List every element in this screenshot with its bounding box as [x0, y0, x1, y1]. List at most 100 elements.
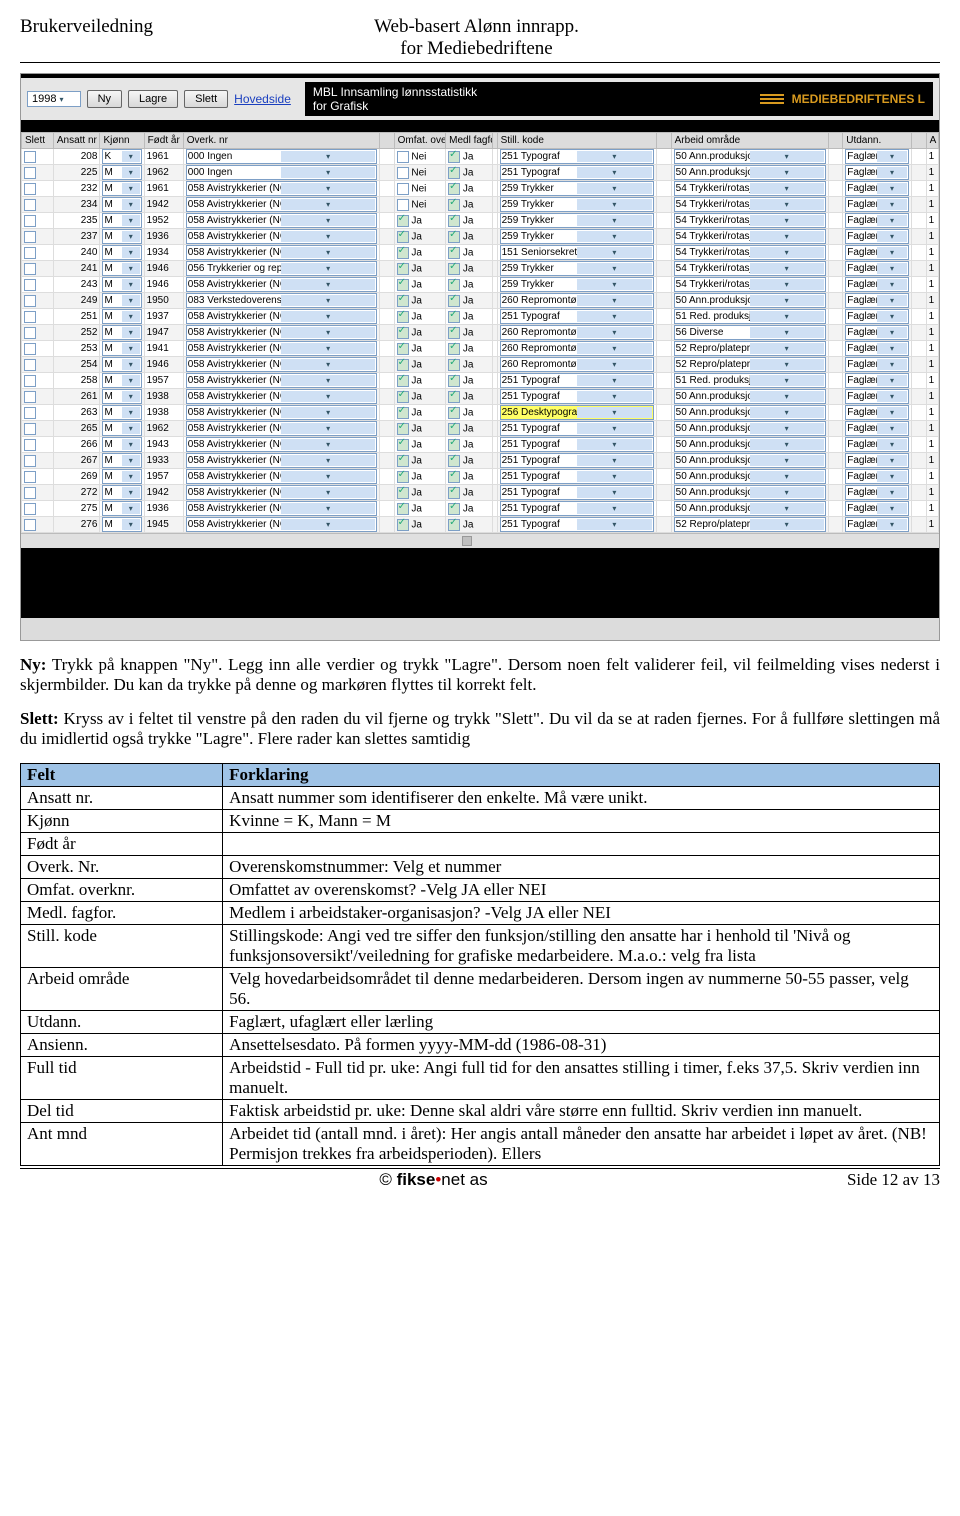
- medl-checkbox[interactable]: [448, 407, 460, 419]
- medl-checkbox[interactable]: [448, 359, 460, 371]
- expl-row: Medl. fagfor.Medlem i arbeidstaker-organ…: [21, 902, 940, 925]
- delete-checkbox[interactable]: [24, 263, 36, 275]
- delete-checkbox[interactable]: [24, 343, 36, 355]
- omfat-checkbox[interactable]: [397, 375, 409, 387]
- omfat-checkbox[interactable]: [397, 247, 409, 259]
- omfat-checkbox[interactable]: [397, 455, 409, 467]
- omfat-checkbox[interactable]: [397, 519, 409, 531]
- table-row: 275M▾1936058 Avistrykkerier (NGF)▾ Ja Ja…: [22, 501, 939, 517]
- omfat-checkbox[interactable]: [397, 151, 409, 163]
- omfat-checkbox[interactable]: [397, 391, 409, 403]
- medl-checkbox[interactable]: [448, 311, 460, 323]
- medl-checkbox[interactable]: [448, 151, 460, 163]
- delete-checkbox[interactable]: [24, 167, 36, 179]
- omfat-checkbox[interactable]: [397, 183, 409, 195]
- delete-checkbox[interactable]: [24, 231, 36, 243]
- lagre-button[interactable]: Lagre: [128, 90, 178, 108]
- delete-checkbox[interactable]: [24, 215, 36, 227]
- paragraph-ny: Ny: Trykk på knappen "Ny". Legg inn alle…: [20, 655, 940, 695]
- table-row: 265M▾1962058 Avistrykkerier (NGF)▾ Ja Ja…: [22, 421, 939, 437]
- medl-checkbox[interactable]: [448, 439, 460, 451]
- medl-checkbox[interactable]: [448, 215, 460, 227]
- medl-checkbox[interactable]: [448, 391, 460, 403]
- grid-header: [911, 133, 926, 149]
- grid-header: Utdann.: [843, 133, 912, 149]
- omfat-checkbox[interactable]: [397, 343, 409, 355]
- brand-label: MEDIEBEDRIFTENES L: [792, 92, 925, 106]
- expl-row: KjønnKvinne = K, Mann = M: [21, 810, 940, 833]
- expl-row: Still. kodeStillingskode: Angi ved tre s…: [21, 925, 940, 968]
- delete-checkbox[interactable]: [24, 199, 36, 211]
- grid-header: Slett: [22, 133, 54, 149]
- delete-checkbox[interactable]: [24, 407, 36, 419]
- delete-checkbox[interactable]: [24, 295, 36, 307]
- expl-row: Ant mndArbeidet tid (antall mnd. i året)…: [21, 1123, 940, 1166]
- omfat-checkbox[interactable]: [397, 215, 409, 227]
- medl-checkbox[interactable]: [448, 327, 460, 339]
- medl-checkbox[interactable]: [448, 343, 460, 355]
- medl-checkbox[interactable]: [448, 279, 460, 291]
- expl-row: Utdann.Faglært, ufaglært eller lærling: [21, 1011, 940, 1034]
- medl-checkbox[interactable]: [448, 295, 460, 307]
- delete-checkbox[interactable]: [24, 359, 36, 371]
- year-select[interactable]: 1998 ▾: [27, 91, 81, 107]
- omfat-checkbox[interactable]: [397, 487, 409, 499]
- medl-checkbox[interactable]: [448, 519, 460, 531]
- omfat-checkbox[interactable]: [397, 407, 409, 419]
- expl-row: Overk. Nr.Overenskomstnummer: Velg et nu…: [21, 856, 940, 879]
- expl-row: Ansatt nr.Ansatt nummer som identifisere…: [21, 787, 940, 810]
- hovedside-link[interactable]: Hovedside: [234, 92, 291, 106]
- medl-checkbox[interactable]: [448, 247, 460, 259]
- omfat-checkbox[interactable]: [397, 311, 409, 323]
- toolbar: 1998 ▾ Ny Lagre Slett Hovedside MBL Inns…: [21, 78, 939, 120]
- medl-checkbox[interactable]: [448, 167, 460, 179]
- medl-checkbox[interactable]: [448, 183, 460, 195]
- delete-checkbox[interactable]: [24, 247, 36, 259]
- delete-checkbox[interactable]: [24, 487, 36, 499]
- omfat-checkbox[interactable]: [397, 295, 409, 307]
- omfat-checkbox[interactable]: [397, 471, 409, 483]
- medl-checkbox[interactable]: [448, 375, 460, 387]
- ny-button[interactable]: Ny: [87, 90, 122, 108]
- delete-checkbox[interactable]: [24, 327, 36, 339]
- medl-checkbox[interactable]: [448, 199, 460, 211]
- medl-checkbox[interactable]: [448, 423, 460, 435]
- delete-checkbox[interactable]: [24, 439, 36, 451]
- omfat-checkbox[interactable]: [397, 263, 409, 275]
- delete-checkbox[interactable]: [24, 151, 36, 163]
- omfat-checkbox[interactable]: [397, 423, 409, 435]
- delete-checkbox[interactable]: [24, 519, 36, 531]
- omfat-checkbox[interactable]: [397, 439, 409, 451]
- delete-checkbox[interactable]: [24, 391, 36, 403]
- omfat-checkbox[interactable]: [397, 503, 409, 515]
- medl-checkbox[interactable]: [448, 231, 460, 243]
- grid-header: Arbeid område: [671, 133, 828, 149]
- table-row: 266M▾1943058 Avistrykkerier (NGF)▾ Ja Ja…: [22, 437, 939, 453]
- expl-head-forklaring: Forklaring: [223, 764, 940, 787]
- delete-checkbox[interactable]: [24, 503, 36, 515]
- delete-checkbox[interactable]: [24, 279, 36, 291]
- medl-checkbox[interactable]: [448, 487, 460, 499]
- delete-checkbox[interactable]: [24, 183, 36, 195]
- delete-checkbox[interactable]: [24, 311, 36, 323]
- medl-checkbox[interactable]: [448, 263, 460, 275]
- medl-checkbox[interactable]: [448, 455, 460, 467]
- omfat-checkbox[interactable]: [397, 167, 409, 179]
- table-row: 237M▾1936058 Avistrykkerier (NGF)▾ Ja Ja…: [22, 229, 939, 245]
- omfat-checkbox[interactable]: [397, 231, 409, 243]
- table-row: 269M▾1957058 Avistrykkerier (NGF)▾ Ja Ja…: [22, 469, 939, 485]
- omfat-checkbox[interactable]: [397, 359, 409, 371]
- table-row: 208K▾1961000 Ingen▾ Nei Ja251 Typograf▾5…: [22, 149, 939, 165]
- horizontal-scrollbar[interactable]: [21, 533, 939, 548]
- delete-checkbox[interactable]: [24, 375, 36, 387]
- slett-button[interactable]: Slett: [184, 90, 228, 108]
- medl-checkbox[interactable]: [448, 503, 460, 515]
- delete-checkbox[interactable]: [24, 423, 36, 435]
- grid-header: Still. kode: [497, 133, 656, 149]
- omfat-checkbox[interactable]: [397, 199, 409, 211]
- omfat-checkbox[interactable]: [397, 279, 409, 291]
- medl-checkbox[interactable]: [448, 471, 460, 483]
- delete-checkbox[interactable]: [24, 455, 36, 467]
- delete-checkbox[interactable]: [24, 471, 36, 483]
- omfat-checkbox[interactable]: [397, 327, 409, 339]
